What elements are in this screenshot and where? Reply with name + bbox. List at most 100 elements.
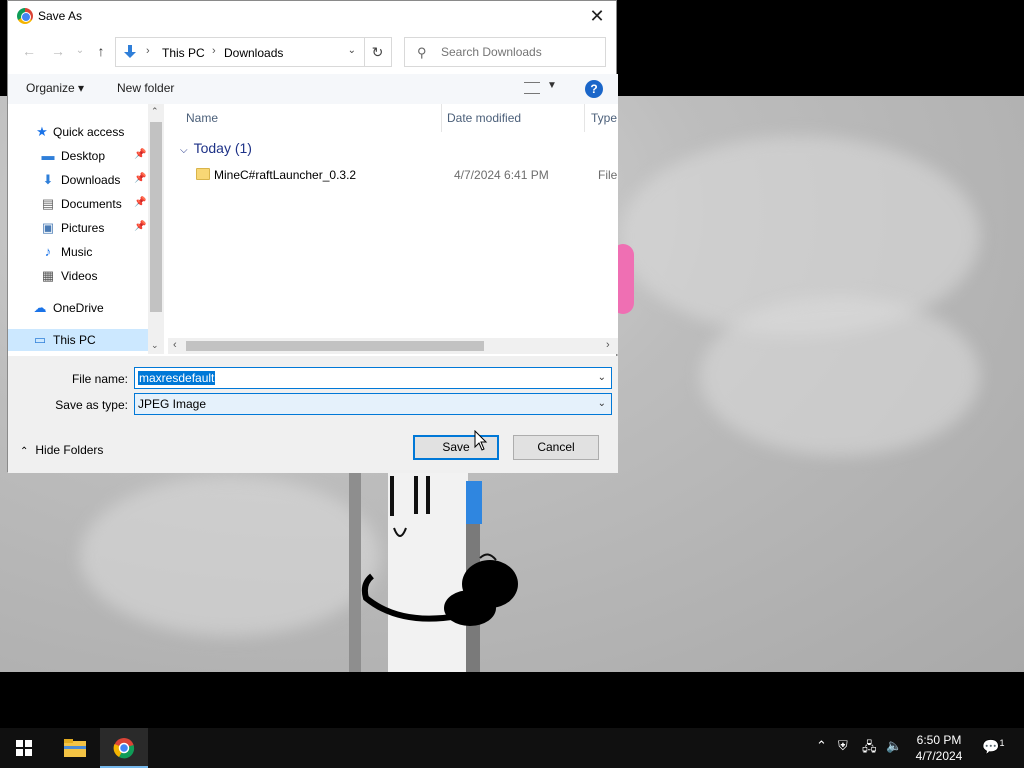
folder-icon	[196, 168, 210, 180]
star-icon: ★	[36, 124, 48, 139]
nav-item-desktop[interactable]: ▬ Desktop 📌	[8, 145, 148, 167]
save-as-dialog: Save As ✕ ← → ⌄ ↑ › This PC › Downloads …	[7, 0, 618, 473]
file-date: 4/7/2024 6:41 PM	[454, 168, 549, 182]
file-name-label: File name:	[71, 372, 128, 386]
dialog-title: Save As	[38, 9, 83, 23]
chevron-down-icon[interactable]: ▼	[547, 80, 557, 91]
mouse-cursor-icon	[474, 430, 488, 451]
navigation-pane: ★ Quick access ▬ Desktop 📌 ⬇ Downloads 📌…	[8, 104, 164, 354]
scrollbar-thumb[interactable]	[150, 122, 162, 312]
nav-item-music[interactable]: ♪ Music	[8, 241, 148, 263]
file-name-field[interactable]: maxresdefault ⌄	[134, 367, 612, 389]
refresh-button[interactable]: ↻	[364, 37, 392, 67]
file-name: MineC#raftLauncher_0.3.2	[214, 168, 357, 182]
taskbar-chrome[interactable]	[100, 728, 148, 768]
clock-time: 6:50 PM	[916, 733, 962, 747]
nav-item-label: This PC	[53, 333, 96, 347]
scrollbar-thumb[interactable]	[186, 341, 484, 351]
pin-icon: 📌	[134, 221, 147, 232]
start-button[interactable]	[0, 728, 48, 768]
up-button[interactable]: ↑	[91, 41, 111, 61]
music-icon: ♪	[44, 244, 52, 259]
chevron-down-icon[interactable]: ⌄	[348, 45, 356, 56]
nav-item-onedrive[interactable]: ☁ OneDrive	[8, 297, 148, 319]
hide-folders-button[interactable]: ⌃ Hide Folders	[20, 443, 103, 457]
view-options-icon[interactable]	[524, 82, 540, 94]
recent-locations-button[interactable]: ⌄	[70, 41, 90, 61]
nav-item-label: Music	[61, 245, 93, 259]
address-bar[interactable]: › This PC › Downloads ⌄	[115, 37, 365, 67]
file-name-value[interactable]: maxresdefault	[138, 371, 216, 385]
nav-item-documents[interactable]: ▤ Documents 📌	[8, 193, 148, 215]
breadcrumb-separator: ›	[146, 45, 150, 57]
close-button[interactable]: ✕	[584, 4, 610, 28]
search-box[interactable]: ⚲	[404, 37, 606, 67]
nav-item-quick-access[interactable]: ★ Quick access	[8, 121, 148, 143]
forward-button[interactable]: →	[48, 41, 68, 61]
breadcrumb-this-pc[interactable]: This PC	[162, 46, 205, 60]
show-hidden-icons-button[interactable]: ⌃	[816, 738, 827, 754]
download-icon: ⬇	[42, 172, 54, 187]
clock-date: 4/7/2024	[915, 749, 963, 763]
breadcrumb-downloads[interactable]: Downloads	[224, 46, 283, 60]
breadcrumb-separator: ›	[212, 45, 216, 57]
title-bar[interactable]: Save As ✕	[8, 1, 616, 32]
pin-icon: 📌	[134, 173, 147, 184]
chevron-up-icon: ⌃	[20, 446, 29, 457]
group-header-today[interactable]: ⌵ Today (1)	[180, 140, 252, 156]
organize-button[interactable]: Organize ▾	[26, 81, 84, 95]
scroll-left-icon[interactable]: ‹	[173, 339, 177, 351]
taskbar-file-explorer[interactable]	[50, 728, 98, 768]
file-list-horizontal-scrollbar[interactable]: ‹ ›	[168, 338, 618, 354]
download-icon	[124, 45, 136, 58]
command-toolbar: Organize ▾ New folder ▼ ?	[8, 74, 618, 104]
save-as-type-value: JPEG Image	[138, 397, 207, 411]
taskbar: ⌃ ⛨ 🖧 🔈 6:50 PM 4/7/2024 💬1	[0, 728, 1024, 768]
save-as-type-select[interactable]: JPEG Image ⌄	[134, 393, 612, 415]
chrome-icon	[17, 8, 33, 24]
new-folder-button[interactable]: New folder	[117, 81, 174, 95]
file-row[interactable]: MineC#raftLauncher_0.3.2 4/7/2024 6:41 P…	[180, 164, 618, 186]
file-type: File fo	[598, 168, 618, 182]
cloud-shape	[80, 476, 380, 636]
desktop-icon: ▬	[41, 148, 55, 163]
character-drawing	[361, 476, 518, 626]
notification-icon: 💬	[982, 738, 1000, 755]
file-list: Name Date modified Type ⌵ Today (1) MineC…	[168, 104, 618, 354]
notification-count: 1	[999, 738, 1005, 748]
nav-pane-scrollbar[interactable]: ⌃ ⌄	[148, 104, 164, 354]
column-header-name[interactable]: Name	[186, 104, 442, 132]
nav-item-downloads[interactable]: ⬇ Downloads 📌	[8, 169, 148, 191]
nav-item-label: Quick access	[53, 125, 125, 139]
nav-item-pictures[interactable]: ▣ Pictures 📌	[8, 217, 148, 239]
scroll-down-icon[interactable]: ⌄	[151, 340, 159, 351]
navigation-bar: ← → ⌄ ↑ › This PC › Downloads ⌄ ↻ ⚲	[8, 35, 618, 67]
folder-icon	[64, 739, 86, 757]
column-header-date-modified[interactable]: Date modified	[447, 104, 585, 132]
cloud-shape	[700, 296, 980, 456]
chevron-down-icon[interactable]: ⌄	[598, 372, 606, 383]
clock[interactable]: 6:50 PM 4/7/2024	[900, 732, 978, 764]
nav-item-label: Downloads	[61, 173, 121, 187]
document-icon: ▤	[41, 196, 55, 211]
search-input[interactable]	[439, 43, 599, 61]
scroll-right-icon[interactable]: ›	[606, 339, 610, 351]
pictures-icon: ▣	[41, 220, 55, 235]
chevron-down-icon[interactable]: ⌄	[598, 398, 606, 409]
back-button[interactable]: ←	[19, 41, 39, 61]
nav-item-label: Videos	[61, 269, 98, 283]
nav-item-label: OneDrive	[53, 301, 104, 315]
nav-item-this-pc[interactable]: ▭ This PC	[8, 329, 148, 351]
notifications-button[interactable]: 💬1	[982, 738, 1004, 756]
chrome-icon	[113, 738, 135, 759]
scroll-up-icon[interactable]: ⌃	[151, 106, 159, 117]
nav-item-videos[interactable]: ▦ Videos	[8, 265, 148, 287]
security-icon[interactable]: ⛨	[838, 738, 848, 754]
cancel-button[interactable]: Cancel	[513, 435, 599, 460]
nav-item-label: Pictures	[61, 221, 105, 235]
column-header-type[interactable]: Type	[591, 104, 618, 132]
pin-icon: 📌	[134, 197, 147, 208]
help-button[interactable]: ?	[585, 80, 603, 98]
windows-logo-icon	[16, 740, 32, 756]
network-icon[interactable]: 🖧	[862, 738, 877, 760]
